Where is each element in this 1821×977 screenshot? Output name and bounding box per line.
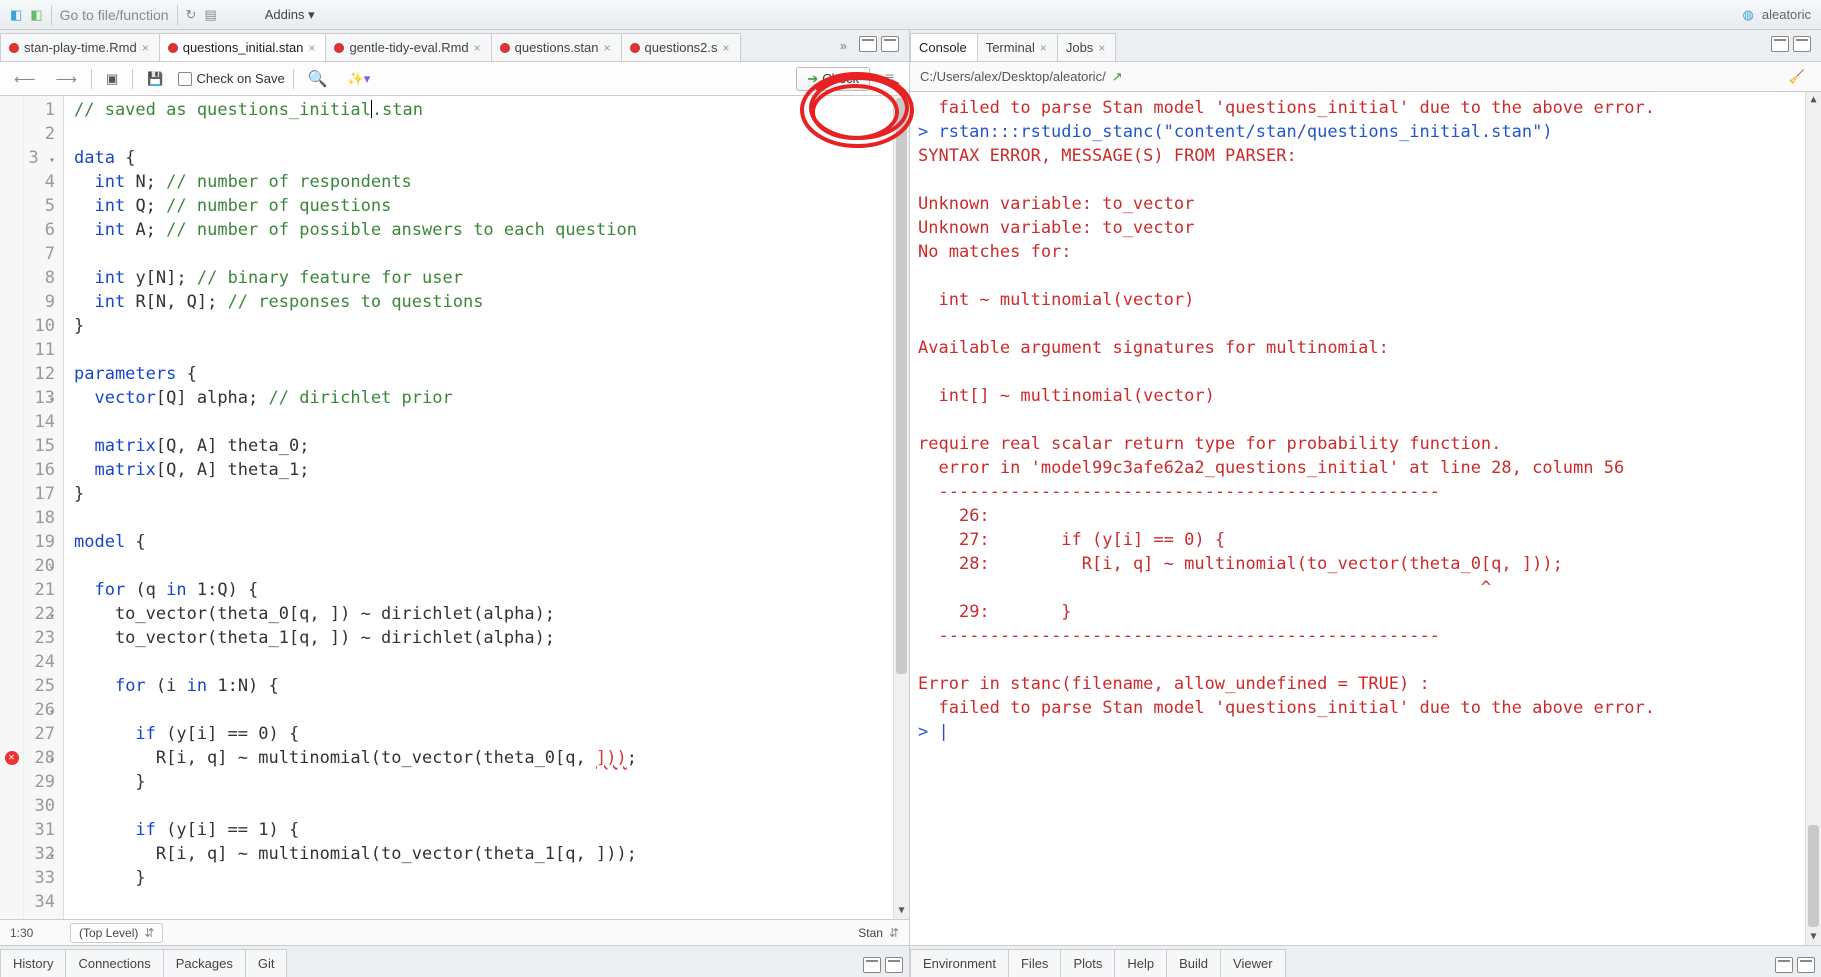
code-editor[interactable]: ✕ 123 ▾456789101112 ▾13141516171819 ▾202… (0, 96, 909, 919)
stan-file-icon (334, 43, 344, 53)
toolbar-icon[interactable]: ◧ (10, 7, 22, 23)
error-marker-icon[interactable]: ✕ (5, 751, 19, 765)
tab-overflow-icon[interactable]: » (840, 38, 847, 53)
run-arrow-icon: ➔ (807, 71, 818, 87)
minimize-pane-icon[interactable] (859, 36, 877, 52)
tab-label: questions_initial.stan (183, 40, 304, 55)
console-tab[interactable]: Terminal × (977, 33, 1058, 61)
find-icon[interactable]: 🔍 (302, 66, 334, 92)
source-tab[interactable]: gentle-tidy-eval.Rmd × (325, 33, 491, 61)
close-tab-icon[interactable]: × (723, 41, 730, 55)
maximize-pane-icon[interactable] (885, 957, 903, 973)
maximize-pane-icon[interactable] (1793, 36, 1811, 52)
source-pane: stan-play-time.Rmd×questions_initial.sta… (0, 30, 910, 977)
open-folder-icon[interactable]: ↗ (1112, 69, 1123, 85)
nav-back-icon[interactable]: ⟵ (8, 67, 42, 91)
console-tabstrip: Console Terminal × Jobs × (910, 30, 1821, 62)
outline-icon[interactable]: ≣ (878, 68, 901, 90)
panel-tab[interactable]: Viewer (1220, 949, 1286, 977)
fold-icon[interactable]: ▾ (49, 155, 55, 166)
panel-tab[interactable]: Connections (65, 949, 163, 977)
scroll-down-icon[interactable]: ▼ (894, 903, 909, 919)
tab-label: Console (919, 40, 967, 55)
scroll-up-icon[interactable]: ▲ (1806, 92, 1821, 108)
check-on-save-toggle[interactable]: Check on Save (178, 71, 285, 86)
scope-selector[interactable]: (Top Level)⇵ (70, 923, 163, 943)
tab-label: questions.stan (515, 40, 599, 55)
working-dir-path[interactable]: C:/Users/alex/Desktop/aleatoric/ (920, 69, 1106, 84)
close-tab-icon[interactable]: × (308, 41, 315, 55)
show-in-new-window-icon[interactable]: ▣ (100, 68, 124, 90)
source-tabstrip: stan-play-time.Rmd×questions_initial.sta… (0, 30, 909, 62)
close-tab-icon[interactable]: × (142, 41, 149, 55)
panel-tab[interactable]: Packages (163, 949, 246, 977)
save-icon[interactable]: 💾 (141, 68, 169, 90)
close-tab-icon[interactable]: × (1040, 41, 1047, 55)
panel-tab[interactable]: History (0, 949, 66, 977)
toolbar-icon[interactable]: ◧ (30, 7, 42, 23)
console-tab[interactable]: Jobs × (1057, 33, 1116, 61)
panel-icon[interactable]: ▤ (204, 7, 216, 23)
console-pane: Console Terminal × Jobs × C:/Users/alex/Desk… (910, 30, 1821, 977)
tab-label: gentle-tidy-eval.Rmd (349, 40, 468, 55)
stan-file-icon (9, 43, 19, 53)
nav-forward-icon[interactable]: ⟶ (50, 67, 84, 91)
minimize-pane-icon[interactable] (1775, 957, 1793, 973)
minimize-pane-icon[interactable] (863, 957, 881, 973)
console-scrollbar[interactable]: ▲ ▼ (1805, 92, 1821, 945)
panel-tab[interactable]: Files (1008, 949, 1061, 977)
maximize-pane-icon[interactable] (881, 36, 899, 52)
goto-file-function[interactable]: Go to file/function (60, 7, 169, 23)
stan-file-icon (168, 43, 178, 53)
source-tab[interactable]: questions.stan × (491, 33, 622, 61)
tab-label: stan-play-time.Rmd (24, 40, 137, 55)
panel-tab[interactable]: Environment (910, 949, 1009, 977)
close-tab-icon[interactable]: × (474, 41, 481, 55)
editor-statusbar: 1:30 (Top Level)⇵ Stan⇵ (0, 919, 909, 945)
clear-console-icon[interactable]: 🧹 (1783, 66, 1811, 88)
maximize-pane-icon[interactable] (1797, 957, 1815, 973)
cursor-position: 1:30 (0, 926, 70, 940)
console-tab[interactable]: Console (910, 33, 978, 61)
close-tab-icon[interactable]: × (1098, 41, 1105, 55)
code-tools-icon[interactable]: ✨▾ (342, 68, 377, 90)
panel-tab[interactable]: Git (245, 949, 288, 977)
check-button[interactable]: ➔ Check (796, 67, 870, 91)
panel-tab[interactable]: Plots (1060, 949, 1115, 977)
stan-file-icon (630, 43, 640, 53)
source-tab[interactable]: stan-play-time.Rmd × (0, 33, 160, 61)
tab-label: Jobs (1066, 40, 1093, 55)
scroll-down-icon[interactable]: ▼ (1806, 929, 1821, 945)
stan-file-icon (500, 43, 510, 53)
source-tab[interactable]: questions2.s × (621, 33, 741, 61)
right-bottom-tabs: EnvironmentFilesPlotsHelpBuildViewer (910, 945, 1821, 977)
project-name[interactable]: aleatoric (1762, 7, 1811, 22)
global-toolbar: ◧ ◧ Go to file/function ↻ ▤ Addins ▾ ◍ a… (0, 0, 1821, 30)
language-selector[interactable]: Stan⇵ (858, 926, 899, 940)
addins-menu[interactable]: Addins ▾ (265, 7, 315, 23)
minimize-pane-icon[interactable] (1771, 36, 1789, 52)
editor-scrollbar[interactable]: ▲ ▼ (893, 96, 909, 919)
tab-label: questions2.s (645, 40, 718, 55)
source-tab[interactable]: questions_initial.stan × (159, 33, 327, 61)
close-tab-icon[interactable]: × (604, 41, 611, 55)
console-path-bar: C:/Users/alex/Desktop/aleatoric/ ↗ 🧹 (910, 62, 1821, 92)
left-bottom-tabs: HistoryConnectionsPackagesGit (0, 945, 909, 977)
project-icon: ◍ (1743, 7, 1754, 23)
console-output[interactable]: failed to parse Stan model 'questions_in… (910, 92, 1821, 945)
tab-label: Terminal (986, 40, 1035, 55)
panel-tab[interactable]: Build (1166, 949, 1221, 977)
reload-icon[interactable]: ↻ (186, 7, 197, 23)
source-toolbar: ⟵ ⟶ ▣ 💾 Check on Save 🔍 ✨▾ ➔ Check ≣ (0, 62, 909, 96)
panel-tab[interactable]: Help (1114, 949, 1167, 977)
